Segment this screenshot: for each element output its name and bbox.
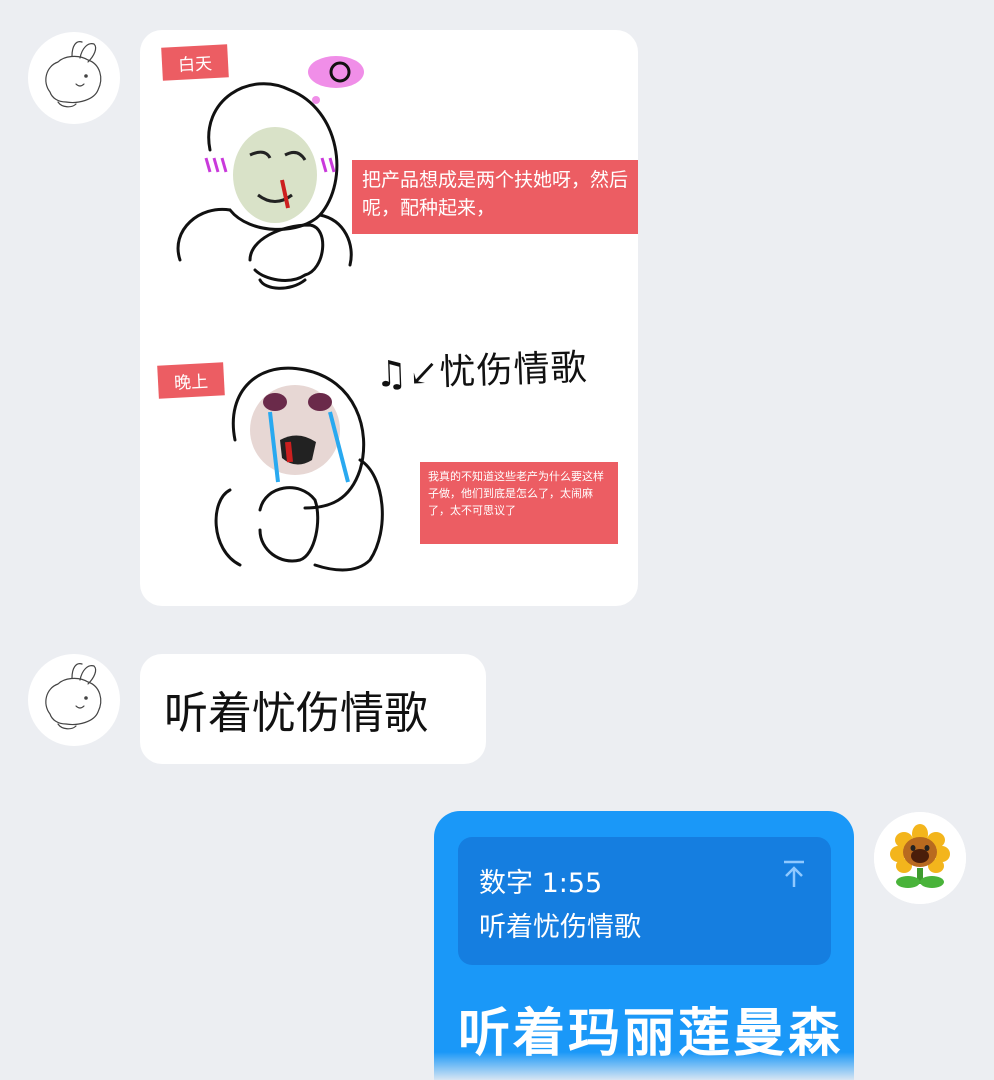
quote-header: 数字 1:55 <box>479 868 603 899</box>
bunny-sketch-icon <box>45 41 102 108</box>
self-avatar[interactable] <box>874 812 966 904</box>
incoming-message-bubble[interactable]: 听着忧伤情歌 <box>140 654 486 764</box>
bottom-fade <box>0 1052 994 1080</box>
scribble-text: ♫↙忧伤情歌 <box>374 347 589 396</box>
bunny-sketch-icon <box>45 663 102 730</box>
quoted-message[interactable]: 数字 1:55 听着忧伤情歌 <box>458 837 831 965</box>
arrow-up-icon[interactable] <box>781 859 807 889</box>
chat-view: 白天 把产品想成是两个扶她呀，然后呢，配种起来， 晚上 ♫↙忧伤情歌 我真的不知… <box>0 0 994 1080</box>
caption-day: 把产品想成是两个扶她呀，然后呢，配种起来， <box>352 160 638 234</box>
contact-avatar[interactable] <box>28 32 120 124</box>
quote-text: 听着忧伤情歌 <box>479 912 641 943</box>
tag-day: 白天 <box>161 44 229 81</box>
caption-night: 我真的不知道这些老产为什么要这样子做，他们到底是怎么了，太闹麻了，太不可思议了 <box>420 462 618 544</box>
meme-image-message[interactable]: 白天 把产品想成是两个扶她呀，然后呢，配种起来， 晚上 ♫↙忧伤情歌 我真的不知… <box>140 30 638 606</box>
incoming-message-text: 听着忧伤情歌 <box>164 688 428 739</box>
contact-avatar[interactable] <box>28 654 120 746</box>
sunflower-icon <box>874 812 966 904</box>
outgoing-message-bubble[interactable]: 数字 1:55 听着忧伤情歌 听着玛丽莲曼森 <box>434 811 854 1080</box>
tag-night: 晚上 <box>157 362 225 399</box>
